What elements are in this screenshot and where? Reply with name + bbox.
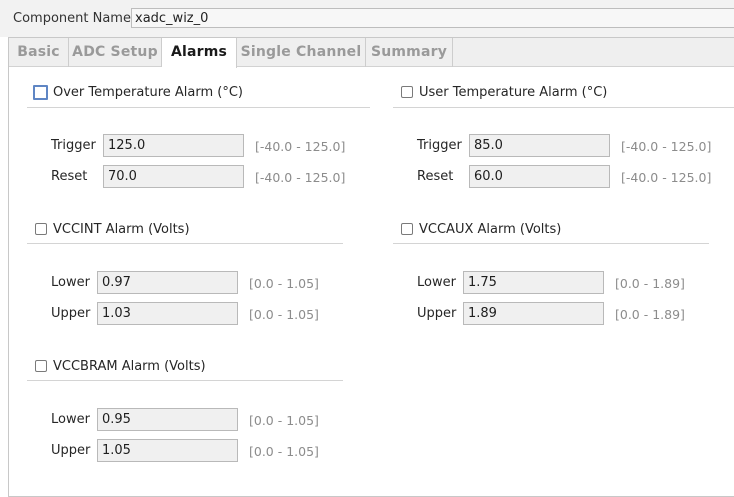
vccbram-lower-range: [0.0 - 1.05] [249, 413, 319, 428]
vccint-alarm-checkbox[interactable] [35, 223, 47, 235]
over-temp-trigger-range: [-40.0 - 125.0] [255, 139, 346, 154]
vccint-alarm-label: VCCINT Alarm (Volts) [53, 222, 190, 237]
user-temp-trigger-range: [-40.0 - 125.0] [621, 139, 712, 154]
over-temp-alarm-label: Over Temperature Alarm (°C) [53, 85, 243, 100]
vccaux-alarm-label: VCCAUX Alarm (Volts) [419, 222, 562, 237]
component-name-label: Component Name [13, 11, 131, 26]
vccbram-alarm-label: VCCBRAM Alarm (Volts) [53, 359, 206, 374]
tab-alarms[interactable]: Alarms [162, 38, 237, 68]
vccaux-alarm-checkbox[interactable] [401, 223, 413, 235]
vccint-upper-field[interactable]: 1.03 [97, 302, 238, 325]
vccaux-lower-label: Lower [417, 275, 456, 290]
user-temp-trigger-field[interactable]: 85.0 [469, 134, 610, 157]
vccbram-upper-range: [0.0 - 1.05] [249, 444, 319, 459]
vccint-upper-range: [0.0 - 1.05] [249, 307, 319, 322]
over-temp-trigger-label: Trigger [51, 138, 96, 153]
vccbram-alarm-checkbox[interactable] [35, 360, 47, 372]
over-temp-trigger-field[interactable]: 125.0 [103, 134, 244, 157]
vccaux-upper-range: [0.0 - 1.89] [615, 307, 685, 322]
vccaux-upper-field[interactable]: 1.89 [463, 302, 604, 325]
over-temp-separator [27, 107, 370, 108]
user-temp-reset-label: Reset [417, 169, 454, 184]
user-temp-separator [393, 107, 734, 108]
vccbram-lower-label: Lower [51, 412, 90, 427]
user-temp-reset-range: [-40.0 - 125.0] [621, 170, 712, 185]
vccbram-lower-field[interactable]: 0.95 [97, 408, 238, 431]
vccint-lower-field[interactable]: 0.97 [97, 271, 238, 294]
vccint-upper-label: Upper [51, 306, 91, 321]
vccaux-lower-field[interactable]: 1.75 [463, 271, 604, 294]
vccaux-separator [393, 243, 709, 244]
vccint-lower-range: [0.0 - 1.05] [249, 276, 319, 291]
vccaux-lower-range: [0.0 - 1.89] [615, 276, 685, 291]
tab-adc-setup[interactable]: ADC Setup [69, 38, 162, 67]
tab-single-channel[interactable]: Single Channel [237, 38, 366, 67]
vccint-lower-label: Lower [51, 275, 90, 290]
vccaux-upper-label: Upper [417, 306, 457, 321]
vccint-separator [27, 243, 343, 244]
over-temp-reset-field[interactable]: 70.0 [103, 165, 244, 188]
tab-basic[interactable]: Basic [9, 38, 69, 67]
over-temp-reset-label: Reset [51, 169, 88, 184]
user-temp-reset-field[interactable]: 60.0 [469, 165, 610, 188]
vccbram-separator [27, 380, 343, 381]
over-temp-alarm-checkbox[interactable] [33, 85, 48, 100]
tab-summary[interactable]: Summary [366, 38, 453, 67]
vccbram-upper-field[interactable]: 1.05 [97, 439, 238, 462]
user-temp-alarm-label: User Temperature Alarm (°C) [419, 85, 608, 100]
vccbram-upper-label: Upper [51, 443, 91, 458]
user-temp-trigger-label: Trigger [417, 138, 462, 153]
over-temp-reset-range: [-40.0 - 125.0] [255, 170, 346, 185]
user-temp-alarm-checkbox[interactable] [401, 86, 413, 98]
component-name-input[interactable] [131, 8, 734, 28]
